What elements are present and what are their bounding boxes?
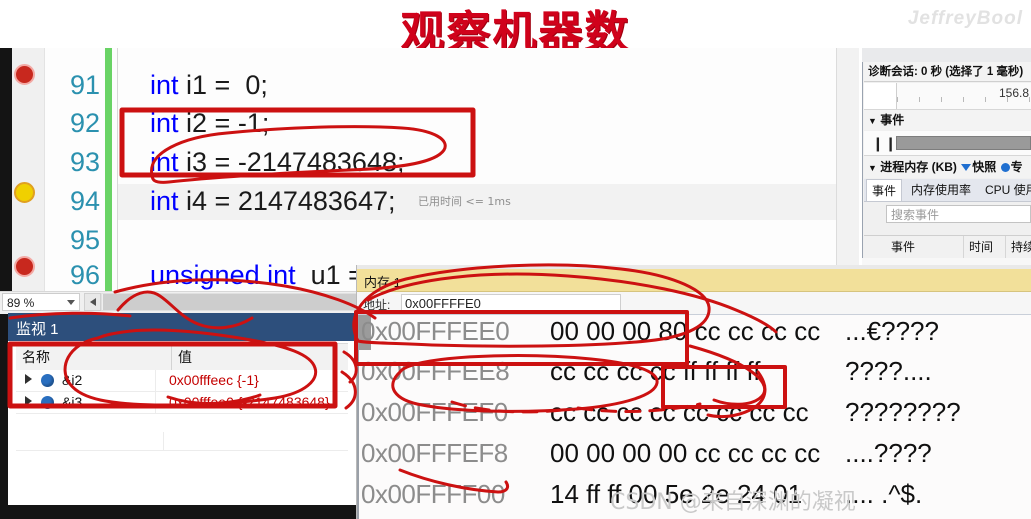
memory-row-address: 0x00FFFEF0 (361, 397, 508, 427)
editor-vertical-scrollbar[interactable]: ☰ (836, 48, 859, 291)
line-number-91: 91 (69, 70, 100, 100)
memory-row-address: 0x00FFFEE0 (361, 316, 510, 346)
chevron-down-icon (67, 300, 75, 305)
memory-row-ascii: ????.... (845, 356, 932, 386)
diagnostics-session-label: 诊断会话: 0 秒 (选择了 1 毫秒) (864, 62, 1031, 82)
change-tracking-bar (105, 48, 112, 291)
column-header-name[interactable]: 名称 (16, 344, 171, 370)
pause-icon: ❙❙ (872, 135, 898, 151)
expand-chevron-icon[interactable] (25, 396, 32, 406)
memory-row-address: 0x00FFFEF8 (361, 438, 508, 468)
diagnostics-tab-strip[interactable]: 事件 内存使用率 CPU 使用率 (864, 179, 1031, 202)
line-number-96: 96 (69, 260, 100, 290)
address-input[interactable]: 0x00FFFFE0 (401, 294, 621, 312)
memory-row-bytes[interactable]: cc cc cc cc cc cc cc cc (550, 397, 809, 428)
graph-axis-area (864, 83, 897, 109)
watch-row-name[interactable]: &i3 (62, 394, 82, 410)
code-line-92[interactable]: int i2 = -1; (150, 108, 269, 139)
memory-row-bytes[interactable]: cc cc cc cc ff ff ff ff (550, 356, 760, 387)
column-header-event[interactable]: 事件 (886, 236, 964, 259)
breakpoint-gutter[interactable] (12, 48, 45, 291)
watermark-jeffreybool: JeffreyBool (907, 8, 1023, 29)
code-line-91[interactable]: int i1 = 0; (150, 70, 268, 101)
column-header-value[interactable]: 值 (172, 344, 348, 370)
watch-row-name[interactable]: &i2 (62, 372, 82, 388)
diagnostics-column-headers: 事件 时间 持续 (864, 235, 1031, 260)
title-banner: 观察机器数 JeffreyBool (0, 0, 1031, 58)
left-black-rail-lower (0, 305, 8, 519)
table-row[interactable]: &i3 0x00fffee0 {-2147483648} (16, 392, 348, 414)
variable-icon (41, 374, 54, 387)
watch-row-value[interactable]: 0x00fffeec {-1} (169, 372, 259, 388)
watch-row-value[interactable]: 0x00fffee0 {-2147483648} (169, 394, 330, 410)
column-header-time[interactable]: 时间 (964, 236, 1006, 259)
memory-window-title-bar[interactable]: 内存 1 (357, 269, 1031, 292)
watch-window-title: 监视 1 (16, 321, 59, 338)
snapshot-label: 快照 (972, 160, 997, 174)
memory-row-bytes[interactable]: 00 00 00 80 cc cc cc cc (550, 316, 820, 347)
memory-row[interactable]: 0x00FFFEF0 cc cc cc cc cc cc cc cc ?????… (357, 396, 1031, 431)
breakpoint-icon-1[interactable] (14, 64, 35, 85)
code-line-96[interactable]: unsigned int u1 = (150, 260, 364, 291)
code-editor[interactable] (12, 48, 836, 291)
breakpoint-icon-2[interactable] (14, 256, 35, 277)
private-bytes-dot-icon (1000, 163, 1010, 173)
diagnostics-events-track: ❙❙ (864, 131, 1031, 156)
tab-events[interactable]: 事件 (866, 179, 903, 201)
snapshot-marker-icon (961, 164, 972, 172)
address-label: 地址: (363, 298, 391, 312)
codelens-elapsed-time: 已用时间 <= 1ms (418, 195, 511, 208)
column-divider (163, 432, 164, 450)
variable-icon (41, 396, 54, 409)
memory-window: 内存 1 地址: 0x00FFFFE0 0x00FFFEE0 00 00 00 … (356, 265, 1031, 519)
expand-chevron-icon[interactable] (25, 374, 32, 384)
memory-window-title: 内存 1 (364, 275, 401, 290)
code-line-93[interactable]: int i3 = -2147483648; (150, 147, 404, 178)
events-bar (896, 136, 1031, 150)
memory-row[interactable]: 0x00FFFEF8 00 00 00 00 cc cc cc cc ....?… (357, 437, 1031, 472)
memory-row-ascii: ....???? (845, 438, 932, 468)
watch-empty-row[interactable] (16, 432, 348, 451)
zoom-level-value: 89 % (7, 296, 35, 310)
breakpoint-icon-warning[interactable] (14, 182, 35, 203)
memory-row[interactable]: 0x00FFFEE8 cc cc cc cc ff ff ff ff ????.… (357, 355, 1031, 390)
tab-memory-usage[interactable]: 内存使用率 (906, 179, 976, 201)
line-number-95: 95 (69, 225, 100, 255)
diagnostics-graph: 156.8 (864, 83, 1031, 110)
memory-row-address: 0x00FFFEE8 (361, 356, 510, 386)
memory-address-bar: 地址: 0x00FFFFE0 (357, 292, 1031, 315)
memory-row-ascii: .... .^$. (845, 479, 923, 509)
table-row[interactable]: &i2 0x00fffeec {-1} (16, 370, 348, 392)
graph-ticks (897, 97, 1031, 109)
memory-row-ascii: ???????? (845, 397, 961, 427)
search-events-input[interactable]: 搜索事件 (886, 205, 1031, 223)
watch-column-headers: 名称 值 (16, 343, 348, 371)
line-number-93: 93 (69, 147, 100, 177)
memory-row-bytes[interactable]: 00 00 00 00 cc cc cc cc (550, 438, 820, 469)
events-header-label: 事件 (880, 113, 905, 127)
diagnostics-process-memory-header[interactable]: ▼ 进程内存 (KB) 快照 专 (864, 156, 1031, 178)
zoom-level-dropdown[interactable]: 89 % (2, 293, 80, 311)
left-black-rail (0, 48, 12, 305)
private-label: 专 (1010, 160, 1023, 174)
memory-left-border (357, 315, 359, 519)
line-number-94: 94 (69, 186, 100, 216)
memory-row[interactable]: 0x00FFFEE0 00 00 00 80 cc cc cc cc ...€?… (357, 315, 1031, 350)
watermark-csdn: CSDN @来自深渊的凝视 (610, 490, 856, 515)
chevron-left-icon (90, 298, 96, 306)
tab-cpu-usage[interactable]: CPU 使用率 (980, 179, 1031, 201)
code-line-94[interactable]: int i4 = 2147483647; (150, 186, 395, 217)
scroll-left-arrow-button[interactable] (84, 293, 101, 311)
memory-row-address: 0x00FFFF00 (361, 479, 505, 509)
gutter-separator (117, 48, 118, 291)
diagnostics-events-section-header[interactable]: ▼ 事件 (864, 110, 1031, 130)
diagnostics-toolbar[interactable] (862, 48, 1031, 62)
watch-window-title-bar[interactable]: 监视 1 (8, 313, 356, 341)
process-memory-label: 进程内存 (KB) (880, 160, 957, 174)
column-header-duration[interactable]: 持续 (1006, 236, 1031, 259)
watch-window: 监视 1 名称 值 &i2 0x00fffeec {-1} &i3 0x00ff… (8, 313, 356, 505)
line-number-92: 92 (69, 108, 100, 138)
memory-row-ascii: ...€???? (845, 316, 939, 346)
